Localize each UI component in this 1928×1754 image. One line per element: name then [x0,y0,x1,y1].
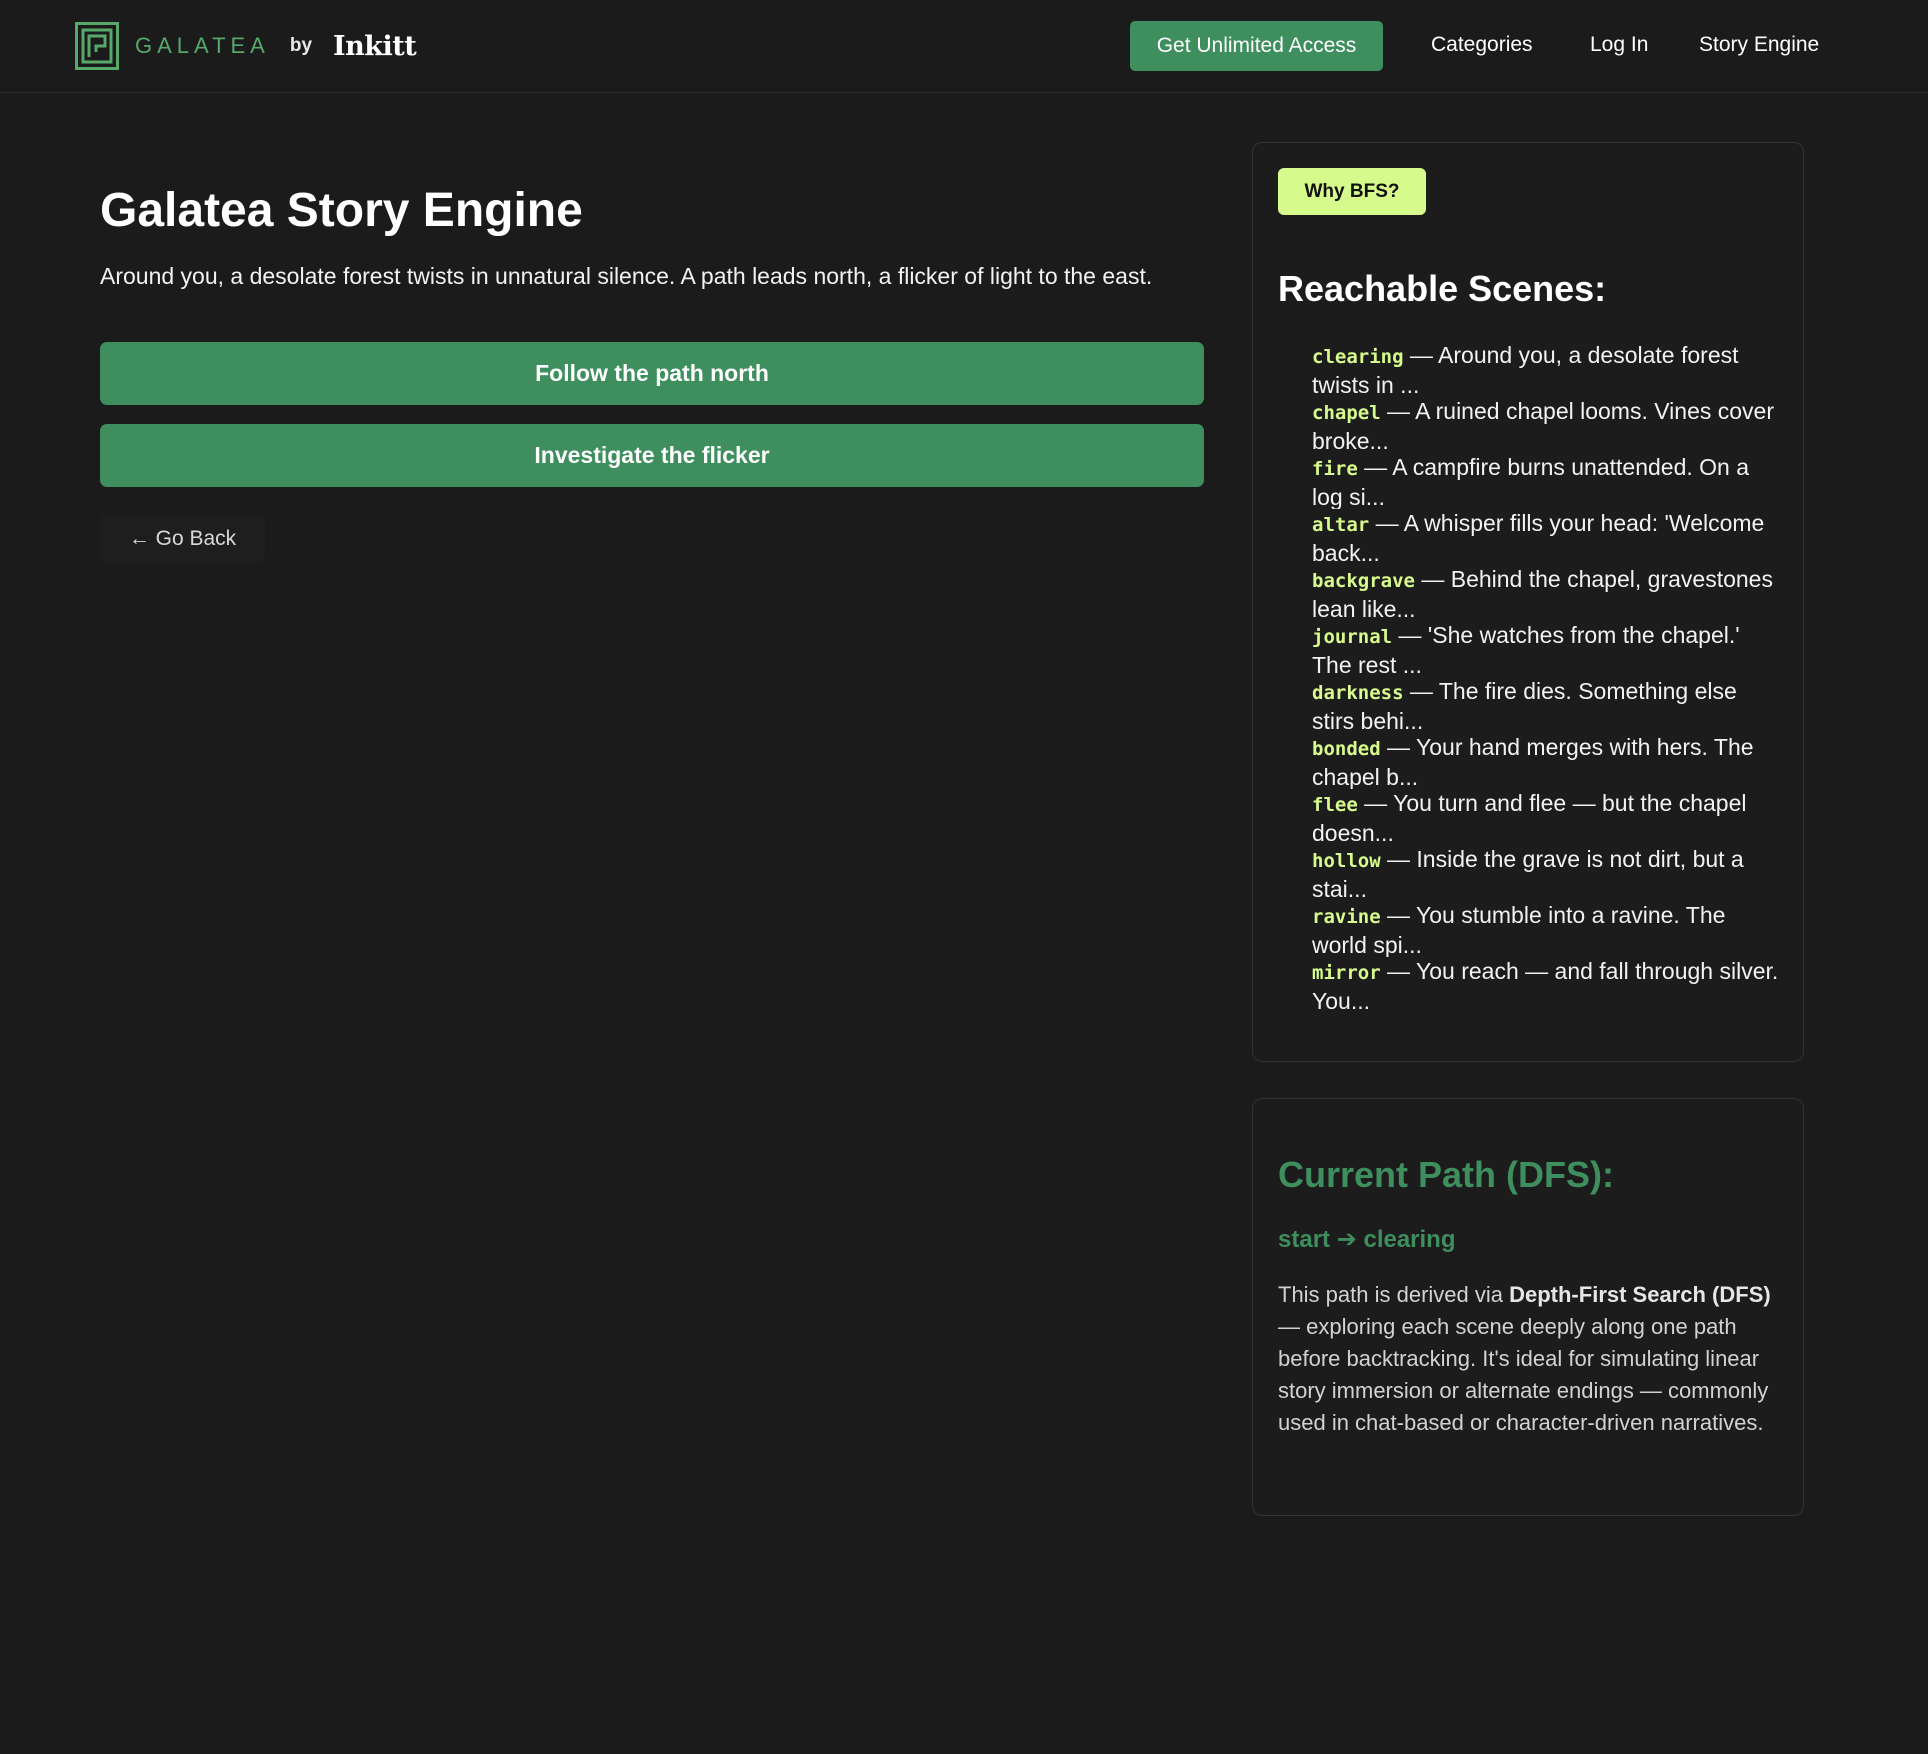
list-item: darkness — The fire dies. Something else… [1312,677,1782,733]
reachable-scenes-list: clearing — Around you, a desolate forest… [1312,341,1782,1013]
scene-snippet: — You turn and flee — but the chapel doe… [1312,790,1747,845]
scene-key: ravine [1312,906,1381,928]
scene-snippet: — You reach — and fall through silver. Y… [1312,958,1779,1013]
list-item: clearing — Around you, a desolate forest… [1312,341,1782,397]
logo-by-text: by [289,35,313,56]
scene-snippet: — A ruined chapel looms. Vines cover bro… [1312,398,1774,453]
current-path-panel: Current Path (DFS): start ➔ clearing Thi… [1252,1098,1804,1516]
why-bfs-button[interactable]: Why BFS? [1278,168,1426,215]
galatea-logo-icon [75,22,119,70]
scene-key: hollow [1312,850,1381,872]
dfs-desc-bold: Depth-First Search (DFS) [1509,1282,1771,1307]
dfs-desc-prefix: This path is derived via [1278,1282,1510,1307]
scene-snippet: — A whisper fills your head: 'Welcome ba… [1312,510,1765,565]
scene-key: fire [1312,458,1358,480]
nav-link-login[interactable]: Log In [1590,33,1648,57]
dfs-explanation: This path is derived via Depth-First Sea… [1278,1279,1788,1439]
page-title: Galatea Story Engine [100,184,583,237]
list-item: flee — You turn and flee — but the chape… [1312,789,1782,845]
list-item: bonded — Your hand merges with hers. The… [1312,733,1782,789]
scene-key: backgrave [1312,570,1415,592]
scene-key: clearing [1312,346,1404,368]
scene-key: bonded [1312,738,1381,760]
nav-link-story-engine[interactable]: Story Engine [1699,33,1819,57]
scene-key: altar [1312,514,1370,536]
choice-button-north[interactable]: Follow the path north [100,342,1204,405]
get-unlimited-access-button[interactable]: Get Unlimited Access [1130,21,1383,71]
list-item: altar — A whisper fills your head: 'Welc… [1312,509,1782,565]
scene-key: darkness [1312,682,1404,704]
scene-snippet: — A campfire burns unattended. On a log … [1312,454,1750,509]
galatea-logo[interactable]: GALATEA by Inkitt [75,21,417,71]
scene-description: Around you, a desolate forest twists in … [100,263,1153,289]
scene-key: mirror [1312,962,1381,984]
scene-key: journal [1312,626,1393,648]
list-item: ravine — You stumble into a ravine. The … [1312,901,1782,957]
list-item: hollow — Inside the grave is not dirt, b… [1312,845,1782,901]
top-nav-bar: GALATEA by Inkitt Get Unlimited Access C… [0,0,1928,93]
nav-link-categories[interactable]: Categories [1431,33,1533,57]
list-item: fire — A campfire burns unattended. On a… [1312,453,1782,509]
inkitt-logo: Inkitt [333,30,417,62]
list-item: mirror — You reach — and fall through si… [1312,957,1782,1013]
list-item: journal — 'She watches from the chapel.'… [1312,621,1782,677]
current-path-trail: start ➔ clearing [1278,1226,1456,1253]
dfs-desc-suffix: — exploring each scene deeply along one … [1278,1314,1769,1435]
scene-key: flee [1312,794,1358,816]
reachable-scenes-heading: Reachable Scenes: [1278,268,1607,309]
choice-button-flicker[interactable]: Investigate the flicker [100,424,1204,487]
list-item: chapel — A ruined chapel looms. Vines co… [1312,397,1782,453]
go-back-button[interactable]: ← Go Back [100,515,265,563]
list-item: backgrave — Behind the chapel, graveston… [1312,565,1782,621]
reachable-scenes-panel: Why BFS? Reachable Scenes: clearing — Ar… [1252,142,1804,1062]
scene-key: chapel [1312,402,1381,424]
logo-wordmark: GALATEA [135,33,270,58]
current-path-heading: Current Path (DFS): [1278,1154,1614,1195]
